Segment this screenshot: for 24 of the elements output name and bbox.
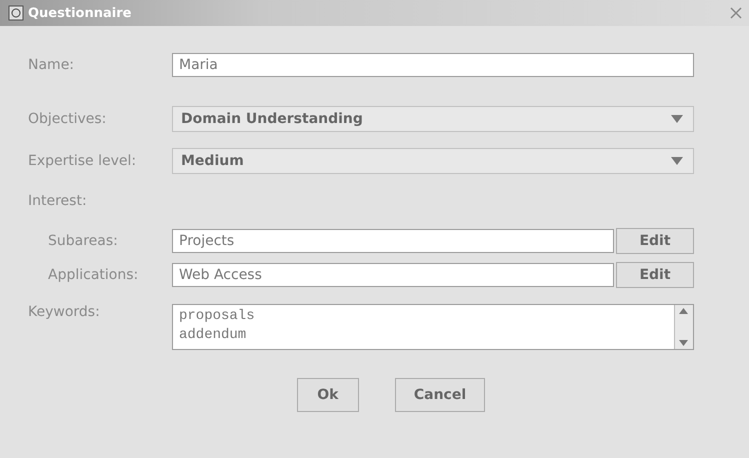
section-label: Interest: — [28, 193, 88, 209]
name-field[interactable]: Maria — [172, 53, 694, 77]
keywords-area[interactable]: proposals addendum — [172, 304, 694, 350]
field-label: Keywords: — [28, 304, 101, 320]
field-label: Subareas: — [48, 233, 119, 249]
dropdown-arrow-icon — [671, 157, 683, 165]
dropdown[interactable]: Domain Understanding — [172, 106, 694, 132]
text-field[interactable]: Web Access — [172, 263, 614, 287]
dialog-button[interactable]: Ok — [296, 378, 359, 412]
window-title: Questionnaire — [28, 6, 132, 20]
dropdown[interactable]: Medium — [172, 148, 694, 174]
field-label: Name: — [28, 57, 76, 73]
keyword-line: proposals — [179, 307, 256, 326]
dialog-button[interactable]: Cancel — [394, 378, 486, 412]
field-label: Expertise level: — [28, 153, 138, 169]
edit-button[interactable]: Edit — [616, 262, 694, 288]
dropdown-arrow-icon — [671, 115, 683, 123]
close-icon[interactable] — [729, 6, 743, 20]
app-icon — [8, 5, 24, 21]
text-field[interactable]: Projects — [172, 229, 614, 253]
field-label: Applications: — [48, 267, 140, 283]
keyword-line: addendum — [179, 326, 248, 345]
field-label: Objectives: — [28, 111, 108, 127]
edit-button[interactable]: Edit — [616, 228, 694, 254]
